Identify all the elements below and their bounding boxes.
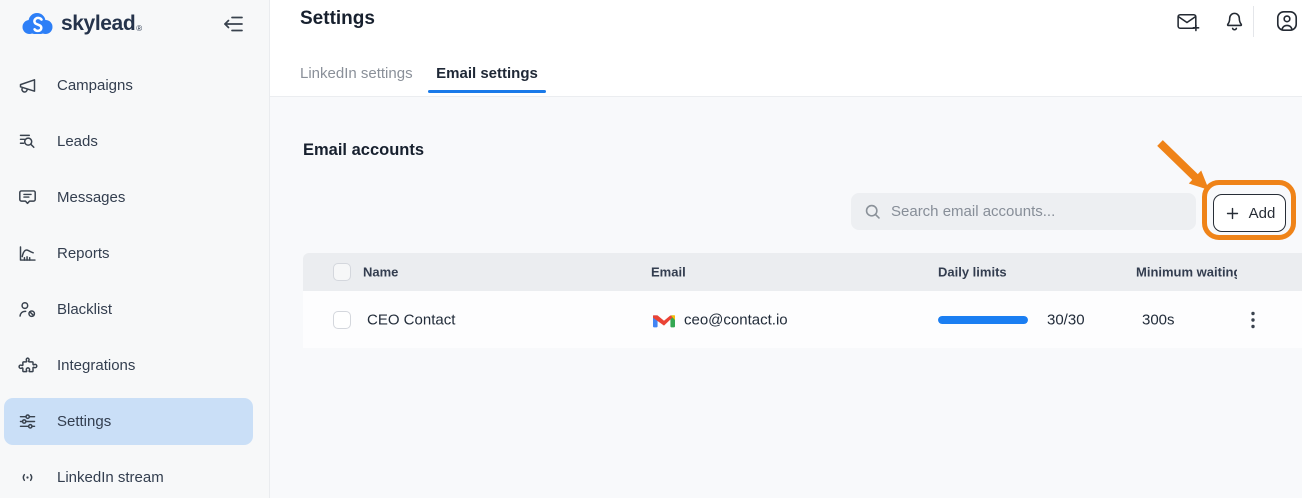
new-message-button[interactable] [1175, 9, 1201, 35]
search-box[interactable] [851, 193, 1196, 230]
puzzle-icon [16, 355, 38, 377]
lead-search-icon [16, 131, 38, 153]
sidebar-item-blacklist[interactable]: Blacklist [4, 286, 253, 333]
plus-icon [1224, 205, 1241, 222]
minimum-waiting-value: 300s [1142, 311, 1175, 328]
sidebar-item-label: Blacklist [57, 301, 112, 318]
sidebar-item-label: Messages [57, 189, 125, 206]
registered-mark: ® [136, 24, 142, 33]
daily-limit-progress-fill [938, 316, 1028, 324]
account-name: CEO Contact [367, 311, 455, 328]
brand-name: skylead [61, 12, 135, 36]
sidebar-item-linkedin-stream[interactable]: LinkedIn stream [4, 454, 253, 498]
sidebar-item-messages[interactable]: Messages [4, 174, 253, 221]
sidebar-collapse-icon[interactable] [221, 12, 245, 36]
daily-limit-value: 30/30 [1047, 311, 1085, 328]
sidebar-item-reports[interactable]: Reports [4, 230, 253, 277]
sidebar-nav: Campaigns Leads Messages [0, 62, 269, 498]
column-header-email: Email [651, 265, 686, 280]
section-title: Email accounts [303, 141, 424, 160]
search-icon [863, 202, 882, 221]
add-email-account-button[interactable]: Add [1213, 194, 1286, 232]
page-title: Settings [300, 8, 375, 30]
sidebar-item-label: Settings [57, 413, 111, 430]
sidebar: skylead ® Campaigns Leads [0, 0, 270, 498]
user-avatar-icon [1274, 8, 1300, 34]
sidebar-item-label: LinkedIn stream [57, 469, 164, 486]
profile-button[interactable] [1274, 8, 1300, 34]
column-header-minimum-waiting: Minimum waiting [1136, 265, 1237, 280]
notifications-button[interactable] [1222, 9, 1247, 34]
sidebar-item-label: Leads [57, 133, 98, 150]
add-button-label: Add [1249, 205, 1276, 222]
annotation-arrow-icon [1150, 137, 1214, 195]
broadcast-icon [16, 467, 38, 489]
row-actions-menu-button[interactable] [1244, 308, 1262, 332]
tab-linkedin-settings[interactable]: LinkedIn settings [300, 65, 413, 82]
sidebar-header: skylead ® [0, 0, 269, 36]
row-checkbox[interactable] [333, 311, 351, 329]
brand-logo[interactable]: skylead ® [20, 11, 142, 36]
sidebar-item-campaigns[interactable]: Campaigns [4, 62, 253, 109]
chart-icon [16, 243, 38, 265]
email-accounts-table: Name Email Daily limits Minimum waiting … [303, 253, 1302, 348]
megaphone-icon [16, 75, 38, 97]
bell-icon [1222, 9, 1247, 34]
active-tab-underline [428, 90, 546, 93]
email-settings-panel: Email accounts Add Name Email Daily limi… [270, 97, 1302, 498]
table-row: CEO Contact ceo@contact.io 30/30 300s [303, 291, 1302, 348]
daily-limit-progress [938, 316, 1028, 324]
user-block-icon [16, 299, 38, 321]
sidebar-item-leads[interactable]: Leads [4, 118, 253, 165]
sidebar-item-label: Reports [57, 245, 110, 262]
table-header-row: Name Email Daily limits Minimum waiting [303, 253, 1302, 291]
skylead-cloud-icon [20, 11, 54, 36]
select-all-checkbox[interactable] [333, 263, 351, 281]
kebab-menu-icon [1246, 310, 1260, 330]
sidebar-item-label: Integrations [57, 357, 135, 374]
sidebar-item-label: Campaigns [57, 77, 133, 94]
gmail-icon [653, 311, 675, 328]
topbar: Settings LinkedIn settings Email setting… [270, 0, 1302, 97]
topbar-divider [1253, 6, 1254, 37]
account-email-cell: ceo@contact.io [653, 311, 788, 328]
account-email: ceo@contact.io [684, 311, 788, 328]
search-input[interactable] [891, 203, 1184, 220]
chat-bubble-icon [16, 187, 38, 209]
column-header-name: Name [363, 265, 398, 280]
sliders-icon [16, 411, 38, 433]
sidebar-item-settings[interactable]: Settings [4, 398, 253, 445]
mail-plus-icon [1175, 9, 1201, 35]
column-header-daily-limits: Daily limits [938, 265, 1007, 280]
sidebar-item-integrations[interactable]: Integrations [4, 342, 253, 389]
tab-email-settings[interactable]: Email settings [428, 65, 546, 82]
